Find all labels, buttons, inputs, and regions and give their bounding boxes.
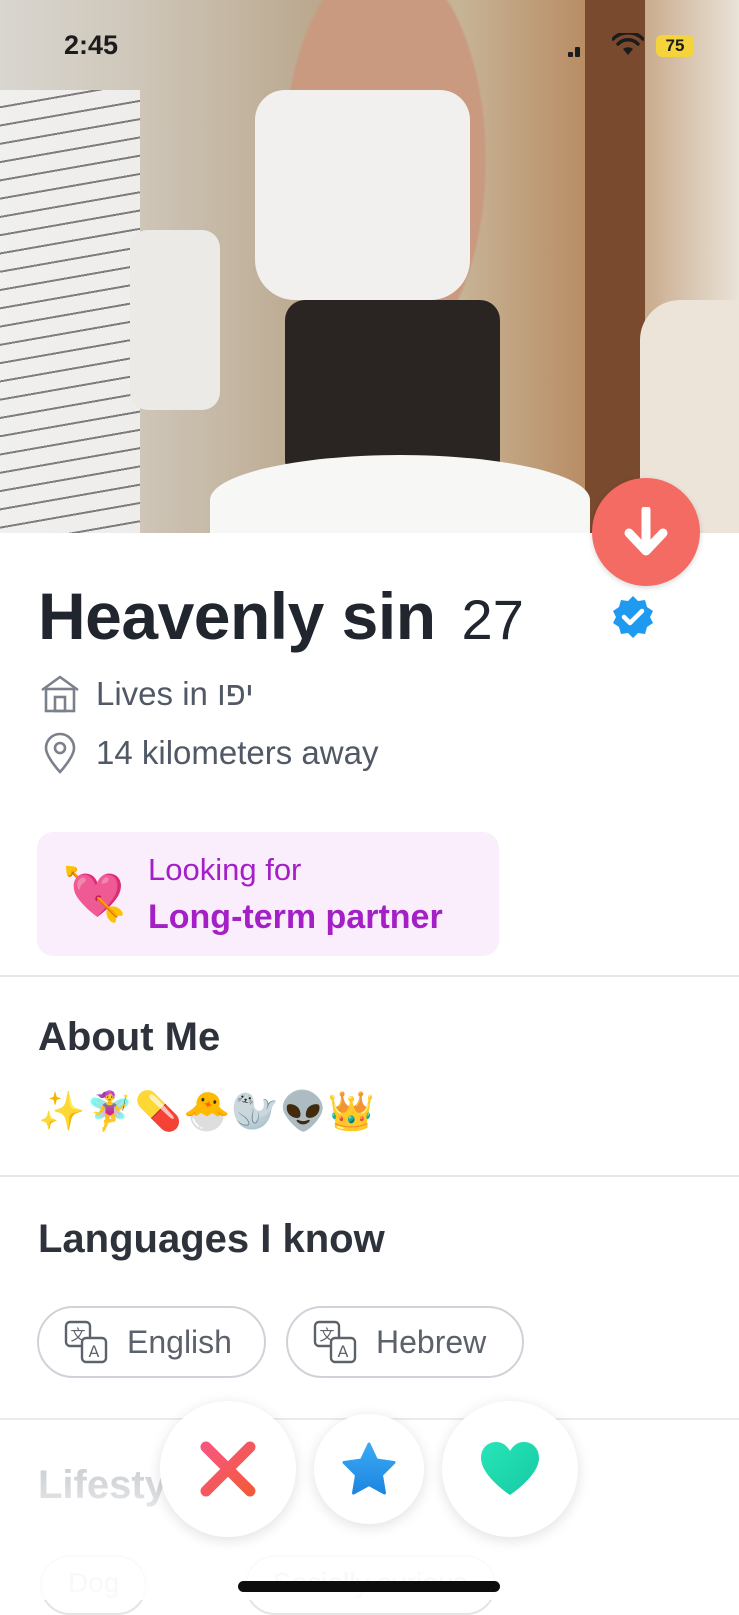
- photo-shirt: [255, 90, 470, 300]
- about-me-title: About Me: [38, 1015, 221, 1059]
- home-icon: [41, 675, 79, 713]
- svg-text:A: A: [338, 1342, 349, 1361]
- battery-icon: 75: [656, 35, 694, 57]
- about-me-text: ✨🧚‍♀️💊🐣🦭👽👑: [38, 1091, 377, 1133]
- profile-age: 27: [461, 588, 524, 651]
- lives-in-text: Lives in יפו: [96, 675, 254, 712]
- name-row: Heavenly sin 27: [38, 578, 524, 654]
- divider: [0, 1175, 739, 1177]
- looking-for-label: Looking for: [148, 852, 302, 887]
- status-time: 2:45: [64, 30, 119, 60]
- verified-badge-icon[interactable]: [610, 594, 656, 640]
- svg-text:A: A: [89, 1342, 100, 1361]
- translate-icon: 文 A: [64, 1320, 108, 1364]
- location-pin-icon: [44, 732, 76, 774]
- lifestyle-chip: Dog: [40, 1555, 148, 1615]
- heart-arrow-emoji: 💘: [62, 866, 127, 924]
- profile-name: Heavenly sin: [38, 579, 436, 653]
- distance-text: 14 kilometers away: [96, 734, 379, 771]
- looking-for-value: Long-term partner: [148, 898, 443, 936]
- language-label: English: [127, 1323, 232, 1360]
- distance-row: 14 kilometers away: [38, 731, 378, 775]
- cellular-signal-icon: [568, 47, 582, 57]
- home-indicator[interactable]: [238, 1581, 500, 1592]
- language-label: Hebrew: [376, 1323, 487, 1360]
- collapse-profile-button[interactable]: [592, 478, 700, 586]
- lifestyle-title: Lifesty: [38, 1463, 167, 1507]
- wifi-icon: [612, 33, 644, 55]
- divider: [0, 975, 739, 977]
- like-button[interactable]: [442, 1401, 578, 1537]
- battery-level: 75: [665, 36, 685, 55]
- star-icon: [342, 1442, 396, 1495]
- arrow-down-icon: [624, 507, 668, 556]
- language-chip-hebrew: 文 A Hebrew: [286, 1306, 524, 1378]
- status-bar: 2:45 75: [0, 0, 739, 95]
- photo-shower-door: [0, 90, 140, 533]
- super-like-button[interactable]: [314, 1414, 424, 1524]
- x-icon: [200, 1441, 256, 1497]
- nope-button[interactable]: [160, 1401, 296, 1537]
- photo-pants: [285, 300, 500, 480]
- language-chip-english: 文 A English: [37, 1306, 266, 1378]
- looking-for-card: 💘 Looking for Long-term partner: [37, 832, 499, 956]
- lives-in-row: Lives in יפו: [38, 672, 254, 716]
- translate-icon: 文 A: [313, 1320, 357, 1364]
- languages-title: Languages I know: [38, 1217, 385, 1261]
- heart-icon: [481, 1442, 539, 1495]
